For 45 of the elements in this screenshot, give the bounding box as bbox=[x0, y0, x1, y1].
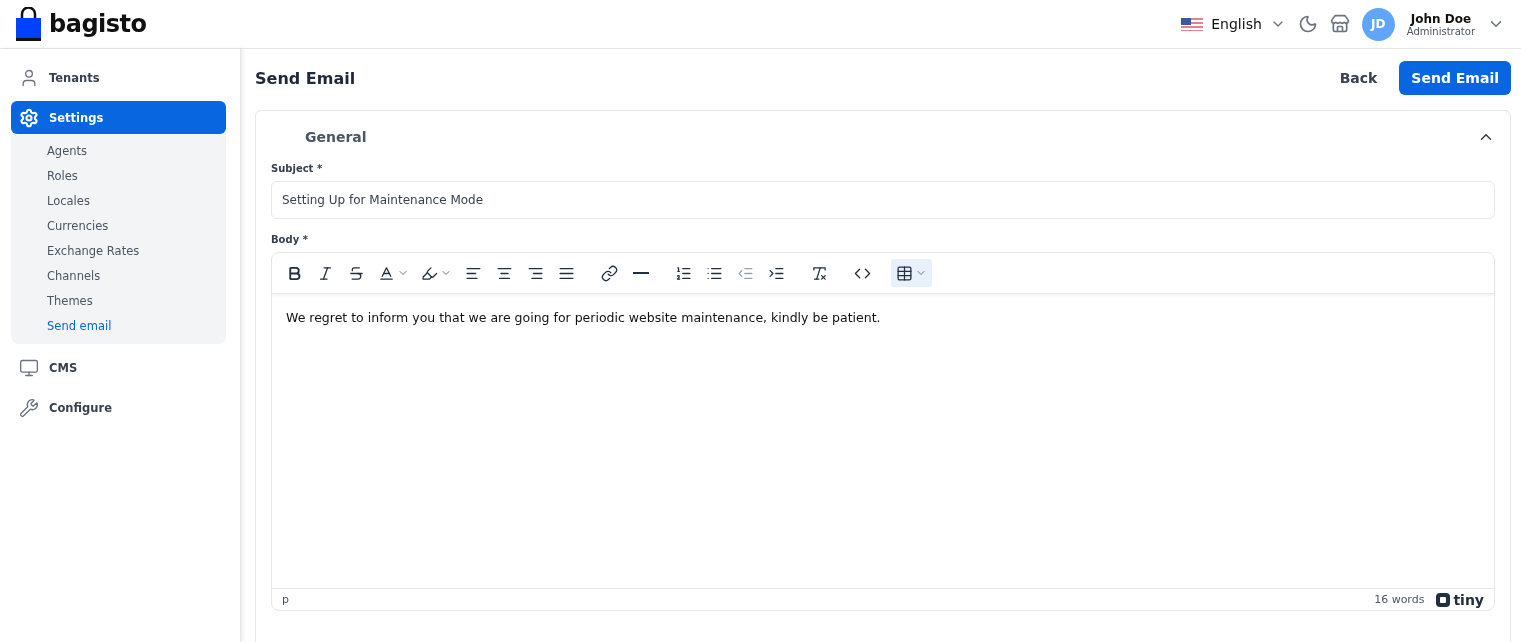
submenu-item[interactable]: Send email bbox=[11, 313, 226, 338]
italic-icon bbox=[317, 264, 334, 282]
table-button[interactable] bbox=[891, 259, 932, 287]
submenu-item[interactable]: Exchange Rates bbox=[11, 238, 226, 263]
clear-format-icon bbox=[811, 264, 828, 282]
store-icon[interactable] bbox=[1329, 14, 1350, 34]
numbered-list-icon bbox=[675, 264, 692, 282]
table-icon bbox=[896, 264, 913, 282]
tiny-logo[interactable]: tiny bbox=[1436, 591, 1484, 608]
user-name: John Doe bbox=[1410, 11, 1472, 26]
submenu-item[interactable]: Locales bbox=[11, 188, 226, 213]
submenu-item[interactable]: Agents bbox=[11, 138, 226, 163]
back-link[interactable]: Back bbox=[1327, 64, 1390, 92]
logo-icon bbox=[16, 7, 41, 41]
sidebar-item[interactable]: Configure bbox=[11, 391, 226, 424]
page-title: Send Email bbox=[255, 68, 356, 88]
user-role: Administrator bbox=[1406, 25, 1475, 37]
moon-icon[interactable] bbox=[1297, 14, 1318, 34]
flag-icon bbox=[1181, 17, 1204, 31]
link-icon bbox=[601, 264, 618, 282]
language-selector[interactable]: English bbox=[1181, 16, 1286, 32]
submenu-item[interactable]: Themes bbox=[11, 288, 226, 313]
sidebar-item[interactable]: CMS bbox=[11, 351, 226, 384]
highlighter-icon bbox=[421, 264, 438, 282]
sidebar-item[interactable]: Settings bbox=[11, 101, 226, 134]
word-count[interactable]: 16 words bbox=[1374, 593, 1425, 606]
submenu-item[interactable]: Roles bbox=[11, 163, 226, 188]
submenu-item[interactable]: Currencies bbox=[11, 213, 226, 238]
text-color-icon bbox=[378, 264, 395, 282]
element-path[interactable]: p bbox=[282, 593, 289, 606]
settings-icon bbox=[19, 107, 39, 128]
editor-text[interactable]: We regret to inform you that we are going for periodic website maintenance, kindly be patient. bbox=[272, 294, 1494, 588]
monitor-icon bbox=[19, 357, 39, 378]
logo-text: bagisto bbox=[49, 10, 147, 38]
sidebar-item[interactable]: Tenants bbox=[11, 61, 226, 94]
submenu-item[interactable]: Channels bbox=[11, 263, 226, 288]
horizontal-line-icon bbox=[632, 272, 649, 274]
field-label: Body * bbox=[271, 234, 309, 245]
card-title: General bbox=[305, 129, 367, 145]
send-email-button[interactable]: Send Email bbox=[1399, 61, 1511, 95]
subject-field[interactable]: Setting Up for Maintenance Mode bbox=[271, 181, 1495, 219]
strikethrough-icon bbox=[348, 264, 365, 282]
field-label: Subject * bbox=[271, 163, 324, 174]
bold-icon bbox=[286, 264, 303, 282]
wrench-icon bbox=[19, 397, 39, 418]
